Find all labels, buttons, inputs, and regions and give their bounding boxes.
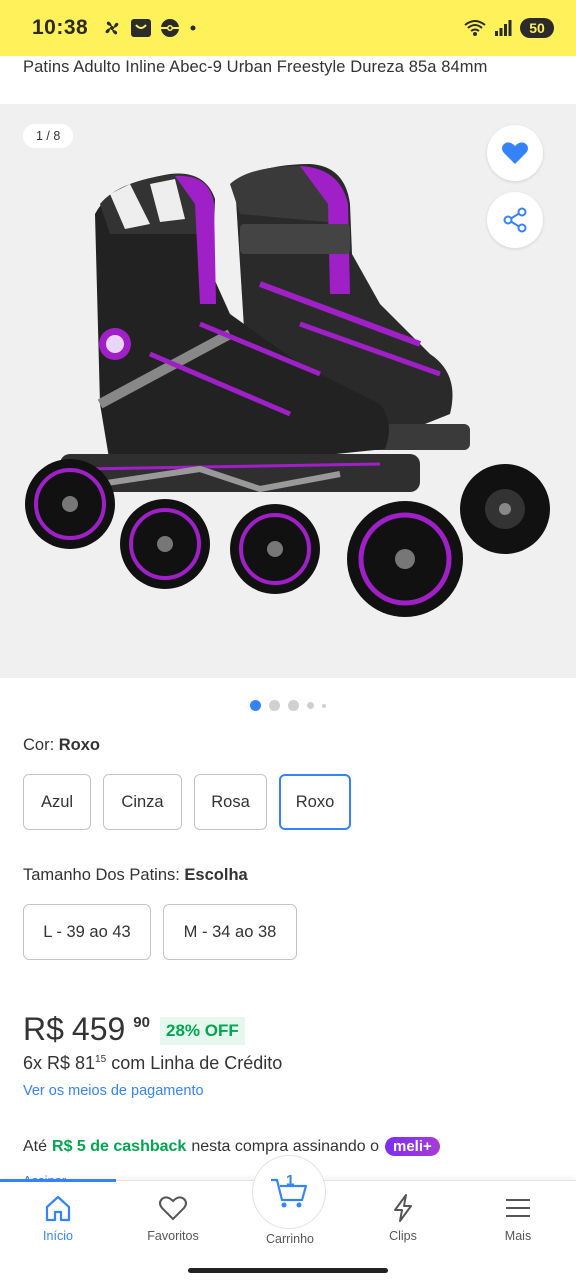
signal-icon [494,19,512,37]
carousel-dot[interactable] [322,703,326,708]
nav-label-carrinho: Carrinho [266,1232,314,1246]
menu-icon [503,1193,533,1223]
home-icon [43,1193,73,1223]
color-option-azul[interactable]: Azul [23,774,91,830]
system-gesture-bar [0,1260,576,1280]
product-gallery[interactable]: 1 / 8 [0,104,576,678]
price: R$ 459 90 28% OFF [23,1010,245,1048]
installments-suffix: com Linha de Crédito [111,1053,283,1073]
color-option-cinza[interactable]: Cinza [103,774,182,830]
notification-icon [130,18,152,38]
size-label: Tamanho Dos Patins: Escolha [23,866,248,885]
battery-indicator: 50 [520,18,554,38]
status-icons-right: 50 [464,18,554,38]
carousel-dot[interactable] [288,700,299,711]
size-options: L - 39 ao 43 M - 34 ao 38 [23,904,297,960]
nav-item-inicio[interactable]: Início [8,1193,108,1243]
share-button[interactable] [487,192,543,248]
installments: 6x R$ 8115 com Linha de Crédito [23,1053,282,1074]
nav-active-indicator [0,1179,116,1182]
nav-item-clips[interactable]: Clips [353,1193,453,1243]
status-time: 10:38 [32,16,89,39]
cart-button[interactable]: 1 [252,1155,326,1229]
nav-item-mais[interactable]: Mais [468,1193,568,1243]
favorite-button[interactable] [487,125,543,181]
bolt-icon [388,1193,418,1223]
color-label-value: Roxo [58,736,101,754]
nav-label-favoritos: Favoritos [147,1229,199,1243]
installments-cents: 15 [95,1054,107,1065]
cashback-suffix: nesta compra assinando o [191,1137,379,1155]
color-option-rosa[interactable]: Rosa [194,774,267,830]
nav-label-mais: Mais [504,1229,532,1243]
dot-icon [188,23,198,33]
cashback-amount: R$ 5 de cashback [52,1137,187,1155]
nav-label-clips: Clips [389,1229,417,1243]
size-label-value: Escolha [184,866,248,884]
color-option-roxo[interactable]: Roxo [279,774,351,830]
cashback-info: Até R$ 5 de cashback nesta compra assina… [23,1137,440,1156]
status-icons-left [102,18,198,38]
carousel-dot[interactable] [307,702,314,709]
payment-methods-link[interactable]: Ver os meios de pagamento [23,1083,204,1099]
fan-icon [102,18,122,38]
heart-icon [501,140,529,166]
nav-label-inicio: Início [43,1229,73,1243]
carousel-dot[interactable] [269,700,280,711]
status-bar: 10:38 50 [0,0,576,56]
size-option-l[interactable]: L - 39 ao 43 [23,904,151,960]
heart-icon [158,1193,188,1223]
carousel-dots[interactable] [0,700,576,711]
product-title: Patins Adulto Inline Abec-9 Urban Freest… [23,58,488,76]
price-currency: R$ [23,1011,64,1047]
nav-item-favoritos[interactable]: Favoritos [123,1193,223,1243]
meli-plus-badge: meli+ [384,1137,440,1156]
price-cents: 90 [133,1014,150,1031]
cashback-prefix: Até [23,1137,48,1155]
price-integer: 459 [71,1011,126,1047]
size-option-m[interactable]: M - 34 ao 38 [163,904,297,960]
size-label-text: Tamanho Dos Patins: [23,866,185,884]
product-image[interactable] [0,104,576,678]
color-label-text: Cor: [23,736,59,754]
carousel-dot-active[interactable] [250,700,261,711]
home-gesture-pill[interactable] [188,1268,388,1273]
image-counter: 1 / 8 [23,124,74,148]
color-label: Cor: Roxo [23,736,100,755]
color-options: Azul Cinza Rosa Roxo [23,774,351,830]
installments-prefix: 6x R$ 81 [23,1053,96,1073]
cart-icon: 1 [269,1172,309,1210]
discount-badge: 28% OFF [159,1017,245,1045]
wifi-icon [464,19,486,37]
cart-count: 1 [286,1172,295,1189]
share-icon [502,207,528,233]
pokeball-icon [160,18,180,38]
